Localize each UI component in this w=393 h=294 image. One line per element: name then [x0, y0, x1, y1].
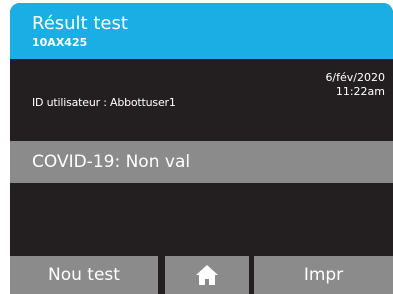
- print-button[interactable]: Impr: [254, 256, 393, 294]
- test-id: 10AX425: [32, 36, 88, 49]
- result-bar: COVID-19: Non val: [10, 141, 393, 183]
- timestamp: 6/fév/2020 11:22am: [325, 71, 385, 99]
- page-title: Résult test: [32, 13, 128, 34]
- new-test-label: Nou test: [48, 265, 120, 285]
- new-test-button[interactable]: Nou test: [10, 256, 158, 294]
- home-button[interactable]: [165, 256, 249, 294]
- time-label: 11:22am: [335, 85, 385, 98]
- print-label: Impr: [303, 265, 344, 285]
- date-label: 6/fév/2020: [325, 71, 385, 84]
- user-id-label: ID utilisateur : Abbottuser1: [32, 96, 176, 109]
- header-bar: Résult test 10AX425: [10, 3, 393, 59]
- result-text: COVID-19: Non val: [32, 152, 191, 172]
- home-icon: [196, 265, 218, 285]
- device-screen: Résult test 10AX425 ID utilisateur : Abb…: [10, 3, 393, 294]
